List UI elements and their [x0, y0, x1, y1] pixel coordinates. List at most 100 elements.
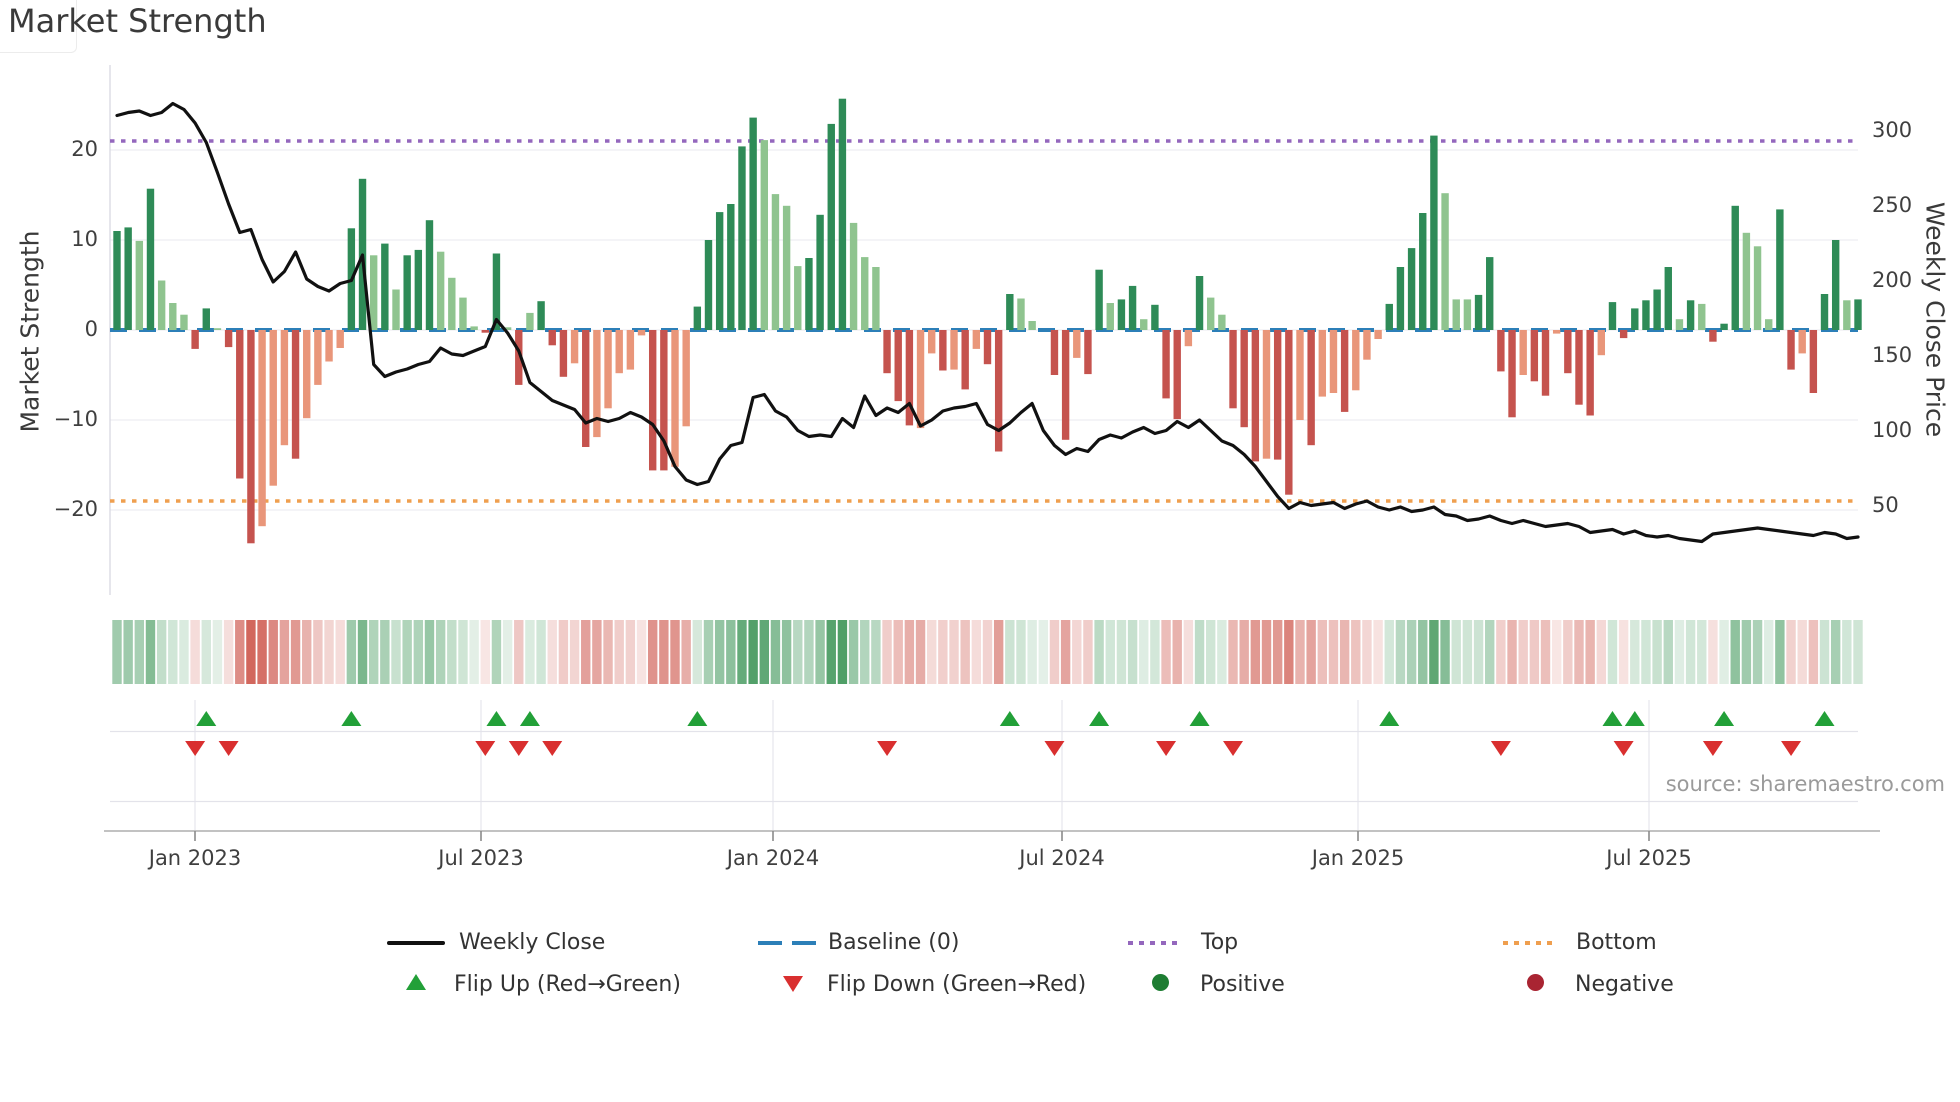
strength-bar	[715, 212, 724, 330]
strength-bar	[1765, 319, 1773, 330]
strength-bar	[1709, 330, 1717, 342]
heatmap-cell	[313, 620, 323, 684]
heatmap-cell	[1685, 620, 1696, 684]
strength-bar	[794, 266, 802, 330]
strength-bar	[872, 267, 880, 330]
heatmap-cell	[469, 620, 479, 684]
strength-bar	[1151, 304, 1159, 330]
strength-bar	[1720, 323, 1728, 330]
heatmap-cell	[235, 620, 245, 684]
strength-bar	[403, 255, 411, 330]
left-tick-label: −10	[53, 407, 98, 431]
heatmap-cell	[279, 620, 290, 684]
heatmap-cell	[938, 620, 948, 684]
strength-bar	[1530, 330, 1539, 382]
strength-bar	[258, 330, 266, 527]
strength-bar	[1117, 299, 1126, 330]
strength-bar	[927, 330, 936, 354]
flip-up-marker	[1602, 711, 1623, 726]
strength-bar	[392, 289, 400, 330]
heatmap-cell	[1295, 620, 1305, 684]
flip-down-marker	[1223, 741, 1244, 756]
strength-bar	[939, 330, 947, 371]
heatmap-cell	[491, 620, 502, 684]
negative-dot-icon	[1527, 974, 1544, 991]
heatmap-cell	[502, 620, 513, 684]
strength-bar	[950, 330, 958, 370]
heatmap-cell	[759, 620, 769, 684]
heatmap-cell	[826, 620, 836, 684]
heatmap-cell	[1473, 620, 1484, 684]
heatmap-cell	[692, 620, 703, 684]
heatmap-cell	[625, 620, 636, 684]
strength-bar	[1787, 330, 1795, 370]
strength-bar	[1407, 248, 1416, 330]
strength-bar	[805, 258, 813, 330]
strength-bar	[1285, 330, 1293, 495]
strength-bar	[738, 146, 746, 330]
flip-up-marker	[1814, 711, 1835, 726]
heatmap-cell	[1206, 620, 1216, 684]
heatmap-cell	[714, 620, 725, 684]
strength-bar	[1519, 330, 1527, 375]
heatmap-cell	[781, 620, 792, 684]
heatmap-cell	[793, 620, 803, 684]
strength-bar	[1017, 298, 1025, 330]
strength-bar	[191, 330, 199, 349]
heatmap-cell	[1317, 620, 1328, 684]
heatmap-cell	[547, 620, 557, 684]
flip-down-marker	[1490, 741, 1511, 756]
heatmap-cell	[636, 620, 647, 684]
flip-up-marker	[687, 711, 708, 726]
heatmap-cell	[1585, 620, 1595, 684]
heatmap-cell	[1094, 620, 1104, 684]
strength-bar	[157, 280, 166, 330]
strength-bar	[883, 330, 891, 374]
heatmap-cell	[1596, 620, 1607, 684]
heatmap-cell	[1607, 620, 1618, 684]
strength-bar	[1318, 330, 1327, 397]
heatmap-cell	[1250, 620, 1261, 684]
heatmap-cell	[514, 620, 524, 684]
heatmap-cell	[536, 620, 546, 684]
strength-bar	[1631, 308, 1639, 330]
strength-bar	[1262, 330, 1271, 459]
heatmap-cell	[815, 620, 825, 684]
heatmap-cell	[1005, 620, 1015, 684]
strength-bar	[169, 303, 177, 330]
heatmap-cell	[1730, 620, 1740, 684]
strength-bar	[224, 330, 233, 348]
strength-bar	[615, 330, 623, 374]
heatmap-cell	[1853, 620, 1863, 684]
heatmap-cell	[1306, 620, 1316, 684]
heatmap-cell	[893, 620, 903, 684]
flip-up-marker	[999, 711, 1020, 726]
strength-bar	[369, 255, 378, 330]
heatmap-cell	[915, 620, 926, 684]
heatmap-cell	[1351, 620, 1361, 684]
heatmap-cell	[993, 620, 1004, 684]
legend-negative: Negative	[1575, 972, 1674, 997]
heatmap-cell	[592, 620, 602, 684]
strength-bar	[1106, 303, 1114, 330]
figure: Market Strength 20 10 0 −10 −20 300 250 200 150 1…	[0, 0, 1960, 1102]
heatmap-cell	[525, 620, 535, 684]
x-tick-label: Jan 2025	[1311, 846, 1405, 870]
strength-bar	[1776, 209, 1784, 330]
heatmap-cell	[402, 620, 412, 684]
heatmap-cell	[1127, 620, 1138, 684]
heatmap-cell	[670, 620, 680, 684]
strength-bar	[1552, 330, 1561, 334]
heatmap-cell	[424, 620, 435, 684]
strength-bar	[1497, 330, 1505, 372]
flip-up-marker	[1624, 711, 1645, 726]
heatmap-cell	[179, 620, 189, 684]
heatmap-cell	[346, 620, 357, 684]
heatmap-cell	[1641, 620, 1651, 684]
strength-bar	[894, 330, 902, 402]
x-tick-label: Jul 2023	[438, 846, 524, 870]
strength-bar	[1240, 330, 1248, 428]
strength-bar	[582, 330, 590, 447]
heatmap-cell	[156, 620, 167, 684]
heatmap-cell	[1083, 620, 1093, 684]
